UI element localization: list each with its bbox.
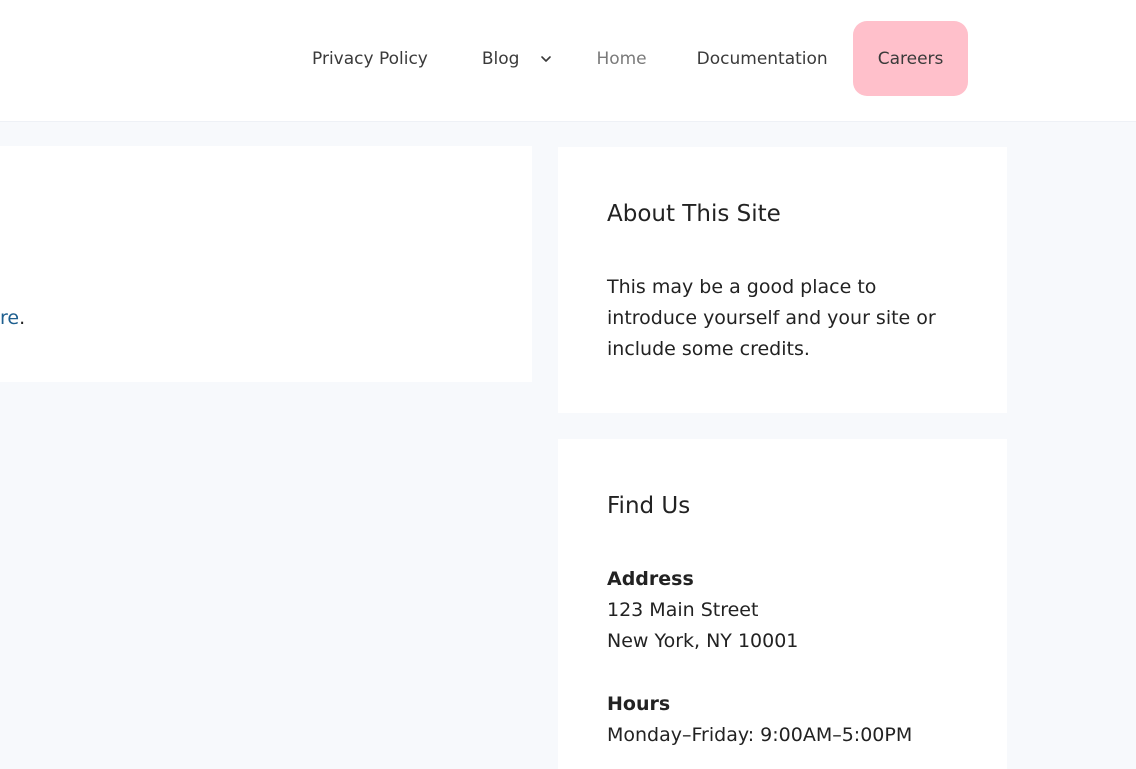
main-content-card — [0, 146, 532, 382]
nav-item-privacy-policy[interactable]: Privacy Policy — [292, 21, 452, 96]
about-widget: About This Site This may be a good place… — [558, 147, 1007, 413]
nav-item-blog[interactable]: Blog — [452, 21, 572, 96]
site-header: Privacy Policy Blog Home Documentation C… — [0, 0, 1136, 122]
hours-heading: Hours — [607, 693, 671, 715]
nav-item-label: Careers — [877, 48, 944, 69]
nav-item-label: Home — [596, 48, 647, 69]
nav-item-home[interactable]: Home — [571, 21, 671, 96]
address-block: Address 123 Main Street New York, NY 100… — [607, 564, 967, 657]
main-navigation: Privacy Policy Blog Home Documentation C… — [292, 21, 969, 96]
address-line: 123 Main Street — [607, 599, 759, 621]
address-line: New York, NY 10001 — [607, 630, 799, 652]
about-title: About This Site — [607, 201, 781, 227]
address-heading: Address — [607, 568, 694, 590]
nav-item-label: Privacy Policy — [312, 48, 428, 69]
nav-item-label: Blog — [481, 48, 520, 69]
content-link-fragment: re. — [0, 307, 25, 329]
nav-item-label: Documentation — [696, 48, 828, 69]
hours-block: Hours Monday–Friday: 9:00AM–5:00PM — [607, 689, 967, 751]
nav-item-documentation[interactable]: Documentation — [672, 21, 853, 96]
content-link[interactable]: re — [0, 307, 19, 329]
nav-item-careers[interactable]: Careers — [852, 21, 969, 96]
hours-line: Monday–Friday: 9:00AM–5:00PM — [607, 724, 913, 746]
chevron-down-icon[interactable] — [539, 52, 553, 66]
find-us-widget: Find Us Address 123 Main Street New York… — [558, 439, 1007, 769]
find-us-title: Find Us — [607, 493, 691, 519]
content-punctuation: . — [19, 307, 26, 329]
about-text: This may be a good place to introduce yo… — [607, 276, 936, 360]
